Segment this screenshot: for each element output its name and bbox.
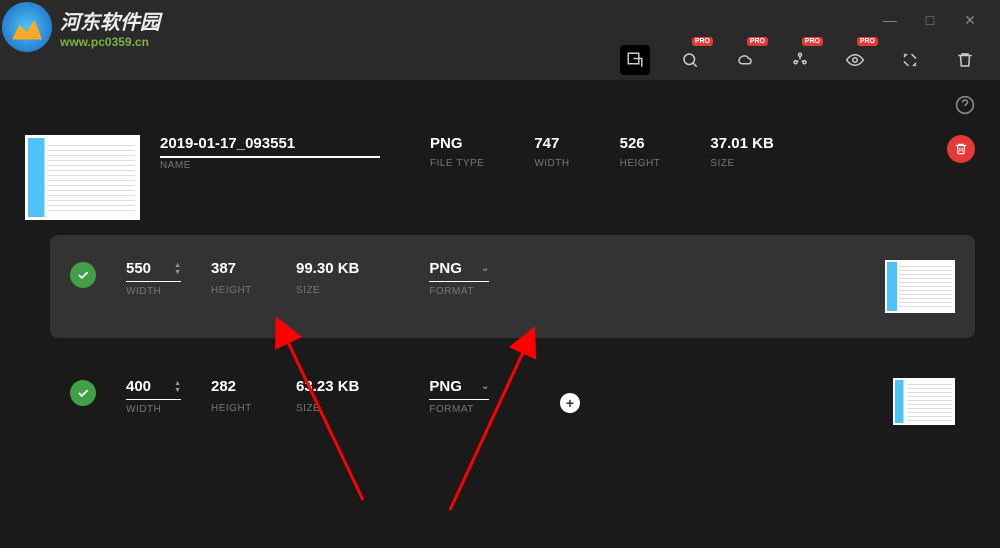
variant-format-label: FORMAT bbox=[429, 404, 489, 415]
maximize-button[interactable]: □ bbox=[910, 5, 950, 35]
file-thumbnail[interactable] bbox=[25, 135, 140, 220]
watermark: 河东软件园 www.pc0359.cn bbox=[2, 2, 160, 52]
help-button[interactable] bbox=[955, 95, 975, 120]
chevron-down-icon: ⌄ bbox=[481, 381, 489, 392]
file-width-label: WIDTH bbox=[534, 158, 569, 169]
file-type-field: PNG FILE TYPE bbox=[430, 135, 484, 171]
variant-width-field[interactable]: 400 ▲▼ WIDTH bbox=[126, 378, 181, 415]
variant-size-field: 63.23 KB SIZE bbox=[296, 378, 359, 414]
file-height-label: HEIGHT bbox=[620, 158, 661, 169]
watermark-title: 河东软件园 bbox=[60, 6, 160, 35]
file-type-label: FILE TYPE bbox=[430, 158, 484, 169]
check-icon bbox=[70, 380, 96, 406]
variant-format-field[interactable]: PNG ⌄ FORMAT bbox=[429, 378, 489, 415]
pro-badge: PRO bbox=[747, 37, 768, 46]
variant-format-field[interactable]: PNG ⌄ FORMAT bbox=[429, 260, 489, 297]
variant-width-value: 400 bbox=[126, 378, 151, 395]
zoom-tool-button[interactable]: PRO bbox=[675, 45, 705, 75]
variant-height-field: 282 HEIGHT bbox=[211, 378, 266, 414]
variant-size-field: 99.30 KB SIZE bbox=[296, 260, 359, 296]
file-type-value: PNG bbox=[430, 135, 484, 156]
variant-width-label: WIDTH bbox=[126, 286, 181, 297]
pro-badge: PRO bbox=[857, 37, 878, 46]
add-variant-button[interactable]: + bbox=[560, 393, 580, 413]
stepper-icon[interactable]: ▲▼ bbox=[174, 262, 181, 276]
file-width-value: 747 bbox=[534, 135, 569, 156]
chevron-down-icon: ⌄ bbox=[481, 263, 489, 274]
file-size-field: 37.01 KB SIZE bbox=[710, 135, 773, 171]
file-height-field: 526 HEIGHT bbox=[620, 135, 661, 171]
check-icon bbox=[70, 262, 96, 288]
variant-width-value: 550 bbox=[126, 260, 151, 277]
variant-height-label: HEIGHT bbox=[211, 403, 266, 414]
variant-size-value: 99.30 KB bbox=[296, 260, 359, 281]
pro-badge: PRO bbox=[802, 37, 823, 46]
variant-height-field: 387 HEIGHT bbox=[211, 260, 266, 296]
file-header: 2019-01-17_093551 NAME PNG FILE TYPE 747… bbox=[25, 135, 975, 220]
file-name-value: 2019-01-17_093551 bbox=[160, 135, 380, 158]
watermark-text: 河东软件园 www.pc0359.cn bbox=[60, 6, 160, 49]
variant-size-value: 63.23 KB bbox=[296, 378, 359, 399]
variant-format-value: PNG bbox=[429, 260, 462, 277]
file-name-label: NAME bbox=[160, 160, 380, 171]
watermark-url: www.pc0359.cn bbox=[60, 35, 160, 49]
variant-size-label: SIZE bbox=[296, 285, 359, 296]
variant-height-value: 282 bbox=[211, 378, 266, 399]
variant-format-label: FORMAT bbox=[429, 286, 489, 297]
pro-badge: PRO bbox=[692, 37, 713, 46]
file-width-field: 747 WIDTH bbox=[534, 135, 569, 171]
file-name-field[interactable]: 2019-01-17_093551 NAME bbox=[160, 135, 380, 171]
file-size-label: SIZE bbox=[710, 158, 773, 169]
stepper-icon[interactable]: ▲▼ bbox=[174, 380, 181, 394]
cloud-tool-button[interactable]: PRO bbox=[730, 45, 760, 75]
variant-width-label: WIDTH bbox=[126, 404, 181, 415]
settings-tool-button[interactable] bbox=[895, 45, 925, 75]
variant-card[interactable]: 400 ▲▼ WIDTH 282 HEIGHT 63.23 KB SIZE PN… bbox=[50, 353, 975, 450]
minimize-button[interactable]: — bbox=[870, 5, 910, 35]
content: 2019-01-17_093551 NAME PNG FILE TYPE 747… bbox=[0, 125, 1000, 475]
variant-height-value: 387 bbox=[211, 260, 266, 281]
file-meta-row: 2019-01-17_093551 NAME PNG FILE TYPE 747… bbox=[160, 135, 975, 171]
close-button[interactable]: ✕ bbox=[950, 5, 990, 35]
file-height-value: 526 bbox=[620, 135, 661, 156]
variant-thumbnail[interactable] bbox=[893, 378, 955, 425]
help-row bbox=[0, 80, 1000, 125]
variant-card[interactable]: 550 ▲▼ WIDTH 387 HEIGHT 99.30 KB SIZE PN… bbox=[50, 235, 975, 338]
variant-thumbnail[interactable] bbox=[885, 260, 955, 313]
delete-file-button[interactable] bbox=[947, 135, 975, 163]
crop-tool-button[interactable] bbox=[620, 45, 650, 75]
network-tool-button[interactable]: PRO bbox=[785, 45, 815, 75]
watermark-logo-icon bbox=[2, 2, 52, 52]
variant-size-label: SIZE bbox=[296, 403, 359, 414]
preview-tool-button[interactable]: PRO bbox=[840, 45, 870, 75]
variant-height-label: HEIGHT bbox=[211, 285, 266, 296]
variant-width-field[interactable]: 550 ▲▼ WIDTH bbox=[126, 260, 181, 297]
variant-format-value: PNG bbox=[429, 378, 462, 395]
file-size-value: 37.01 KB bbox=[710, 135, 773, 156]
trash-tool-button[interactable] bbox=[950, 45, 980, 75]
